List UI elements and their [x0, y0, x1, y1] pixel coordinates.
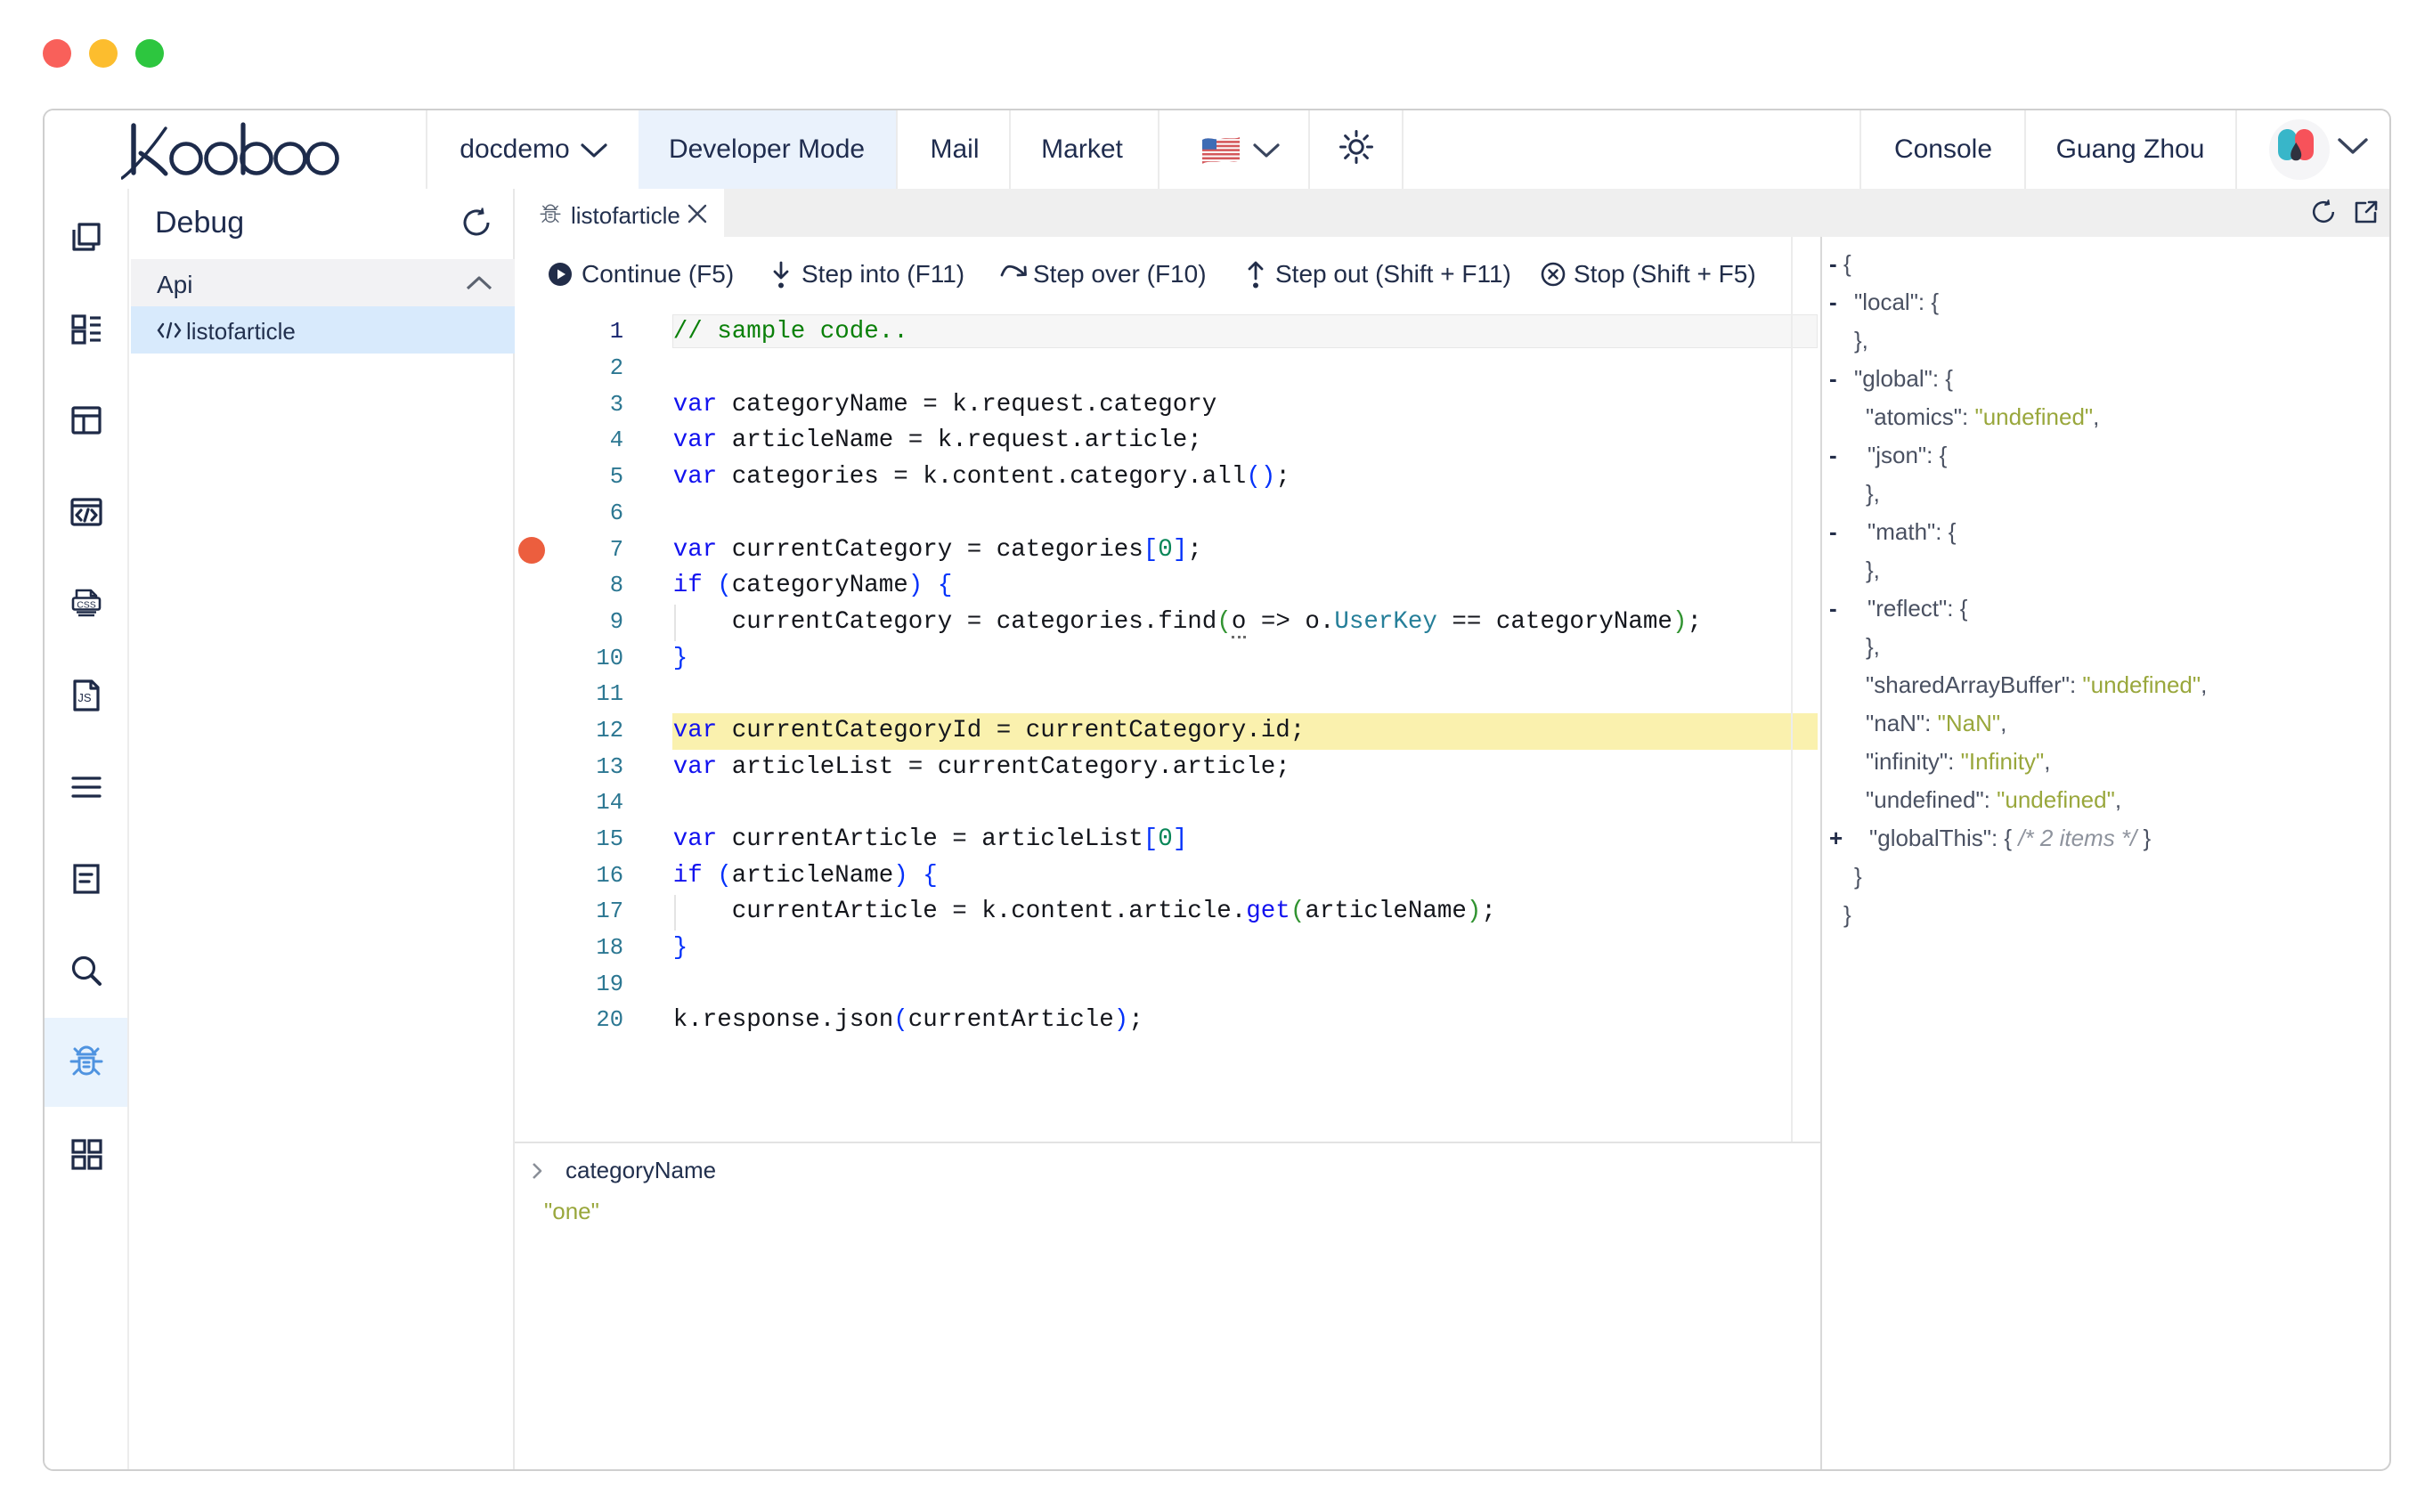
- svg-text:CSS: CSS: [77, 600, 96, 611]
- svg-text:JS: JS: [77, 691, 92, 704]
